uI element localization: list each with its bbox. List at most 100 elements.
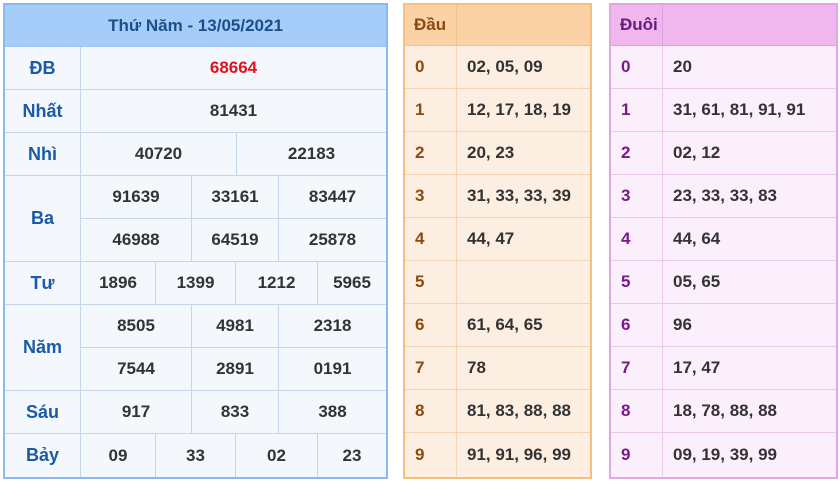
duoi-row: 3 23, 33, 33, 83: [611, 175, 836, 218]
prize-row: Nhì 40720 22183: [5, 133, 386, 176]
duoi-values: 31, 61, 81, 91, 91: [673, 100, 806, 119]
prize-row: Năm 8505 4981 2318 7544 2891 0191: [5, 305, 386, 391]
duoi-values: 18, 78, 88, 88: [673, 401, 777, 420]
prize-label: ĐB: [5, 47, 81, 89]
duoi-digit: 6: [611, 304, 663, 346]
dau-row: 5: [405, 261, 590, 304]
duoi-row: 9 09, 19, 39, 99: [611, 433, 836, 476]
dau-digit: 4: [405, 218, 457, 260]
dau-row: 1 12, 17, 18, 19: [405, 89, 590, 132]
prize-row: Bảy 09 33 02 23: [5, 434, 386, 477]
prize-number: 40720: [134, 144, 183, 163]
duoi-body: 0 20 1 31, 61, 81, 91, 91 2 02, 12 3 23, 33, 33…: [611, 46, 836, 476]
dau-row: 7 78: [405, 347, 590, 390]
results-table: Thứ Năm - 13/05/2021 ĐB 68664 Nhất 81431 Nhì…: [3, 3, 388, 479]
special-prize-number: 68664: [209, 58, 258, 77]
dau-row: 6 61, 64, 65: [405, 304, 590, 347]
dau-values: 78: [467, 358, 486, 377]
results-title: Thứ Năm - 13/05/2021: [5, 5, 386, 47]
duoi-digit: 8: [611, 390, 663, 432]
dau-values: 31, 33, 33, 39: [467, 186, 571, 205]
prize-label: Năm: [5, 305, 81, 390]
duoi-row: 0 20: [611, 46, 836, 89]
prize-number: 1399: [155, 262, 235, 304]
prize-label: Tư: [5, 262, 81, 304]
dau-digit: 6: [405, 304, 457, 346]
duoi-values: 96: [673, 315, 692, 334]
duoi-digit: 0: [611, 46, 663, 88]
prize-row: Tư 1896 1399 1212 5965: [5, 262, 386, 305]
dau-header-values: [457, 5, 590, 45]
duoi-row: 8 18, 78, 88, 88: [611, 390, 836, 433]
dau-digit: 0: [405, 46, 457, 88]
prize-row: ĐB 68664: [5, 47, 386, 90]
dau-digit: 5: [405, 261, 457, 303]
dau-header: Đầu: [405, 5, 457, 45]
dau-row: 2 20, 23: [405, 132, 590, 175]
prize-label: Sáu: [5, 391, 81, 433]
duoi-values: 05, 65: [673, 272, 721, 291]
dau-row: 0 02, 05, 09: [405, 46, 590, 89]
dau-digit: 8: [405, 390, 457, 432]
dau-row: 9 91, 91, 96, 99: [405, 433, 590, 476]
prize-number: 33: [155, 434, 235, 477]
duoi-values: 17, 47: [673, 358, 721, 377]
prize-label: Nhất: [5, 90, 81, 132]
dau-values: 20, 23: [467, 143, 515, 162]
dau-digit: 1: [405, 89, 457, 131]
duoi-values: 23, 33, 33, 83: [673, 186, 777, 205]
results-body: ĐB 68664 Nhất 81431 Nhì 40720 22183 Ba 91639 3316…: [5, 47, 386, 477]
duoi-table: Đuôi 0 20 1 31, 61, 81, 91, 91 2 02, 12 3 23, 3…: [609, 3, 838, 479]
prize-number: 02: [235, 434, 317, 477]
prize-number: 81431: [209, 101, 258, 120]
dau-row: 4 44, 47: [405, 218, 590, 261]
dau-values: 81, 83, 88, 88: [467, 401, 571, 420]
dau-values: 02, 05, 09: [467, 57, 543, 76]
dau-digit: 7: [405, 347, 457, 389]
dau-digit: 9: [405, 433, 457, 476]
prize-number: 7544: [117, 359, 155, 378]
duoi-digit: 4: [611, 218, 663, 260]
duoi-values: 20: [673, 57, 692, 76]
prize-row: Sáu 917 833 388: [5, 391, 386, 434]
dau-values: 44, 47: [467, 229, 515, 248]
prize-number: 917: [121, 402, 151, 421]
duoi-row: 6 96: [611, 304, 836, 347]
prize-number: 1212: [235, 262, 317, 304]
prize-number: 64519: [191, 219, 278, 261]
prize-number: 33161: [191, 176, 278, 218]
prize-number: 2318: [278, 305, 386, 347]
duoi-row: 7 17, 47: [611, 347, 836, 390]
prize-number: 25878: [278, 219, 386, 261]
prize-number: 91639: [112, 187, 160, 206]
prize-label: Ba: [5, 176, 81, 261]
duoi-header: Đuôi: [611, 5, 663, 45]
prize-row: Nhất 81431: [5, 90, 386, 133]
dau-digit: 3: [405, 175, 457, 217]
dau-row: 3 31, 33, 33, 39: [405, 175, 590, 218]
duoi-digit: 3: [611, 175, 663, 217]
dau-row: 8 81, 83, 88, 88: [405, 390, 590, 433]
dau-header-row: Đầu: [405, 5, 590, 46]
duoi-digit: 2: [611, 132, 663, 174]
duoi-row: 1 31, 61, 81, 91, 91: [611, 89, 836, 132]
duoi-row: 2 02, 12: [611, 132, 836, 175]
dau-table: Đầu 0 02, 05, 09 1 12, 17, 18, 19 2 20, 23 3 31…: [403, 3, 592, 479]
prize-number: 1896: [99, 273, 137, 292]
prize-number: 22183: [236, 133, 386, 175]
prize-number: 4981: [191, 305, 278, 347]
duoi-header-row: Đuôi: [611, 5, 836, 46]
dau-values: 61, 64, 65: [467, 315, 543, 334]
dau-values: 91, 91, 96, 99: [467, 444, 571, 464]
duoi-values: 02, 12: [673, 143, 721, 162]
prize-label: Bảy: [5, 434, 81, 477]
prize-number: 83447: [278, 176, 386, 218]
prize-number: 0191: [278, 348, 386, 390]
duoi-digit: 1: [611, 89, 663, 131]
dau-body: 0 02, 05, 09 1 12, 17, 18, 19 2 20, 23 3 31, 33…: [405, 46, 590, 476]
duoi-values: 09, 19, 39, 99: [673, 444, 777, 464]
prize-label: Nhì: [5, 133, 81, 175]
dau-values: [457, 261, 590, 303]
prize-number: 388: [278, 391, 386, 433]
duoi-digit: 7: [611, 347, 663, 389]
